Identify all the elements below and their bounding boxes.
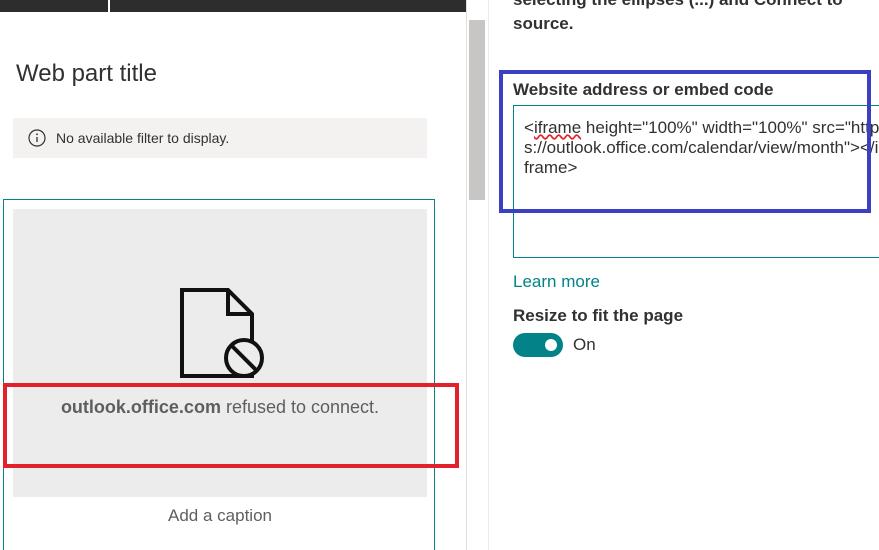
top-image-strip <box>0 0 466 12</box>
learn-more-link[interactable]: Learn more <box>513 272 600 292</box>
toggle-state-text: On <box>573 335 596 354</box>
red-highlight-box <box>3 383 459 468</box>
blocked-document-icon <box>180 288 264 378</box>
page-canvas: Web part title No available filter to di… <box>0 0 466 550</box>
blue-highlight-box <box>499 70 871 213</box>
filter-message-bar: No available filter to display. <box>13 118 427 158</box>
filter-message: No available filter to display. <box>56 130 230 146</box>
webpart-title[interactable]: Web part title <box>16 60 157 88</box>
image-divider <box>108 0 110 12</box>
toggle-knob <box>545 339 557 351</box>
resize-toggle[interactable] <box>513 333 563 357</box>
scrollbar-thumb[interactable] <box>469 20 485 200</box>
info-icon <box>28 129 46 147</box>
resize-toggle-label: Resize to fit the page <box>513 306 684 325</box>
pane-intro-text: selecting the ellipses (...) and Connect… <box>513 0 843 33</box>
caption-input[interactable]: Add a caption <box>13 506 427 526</box>
